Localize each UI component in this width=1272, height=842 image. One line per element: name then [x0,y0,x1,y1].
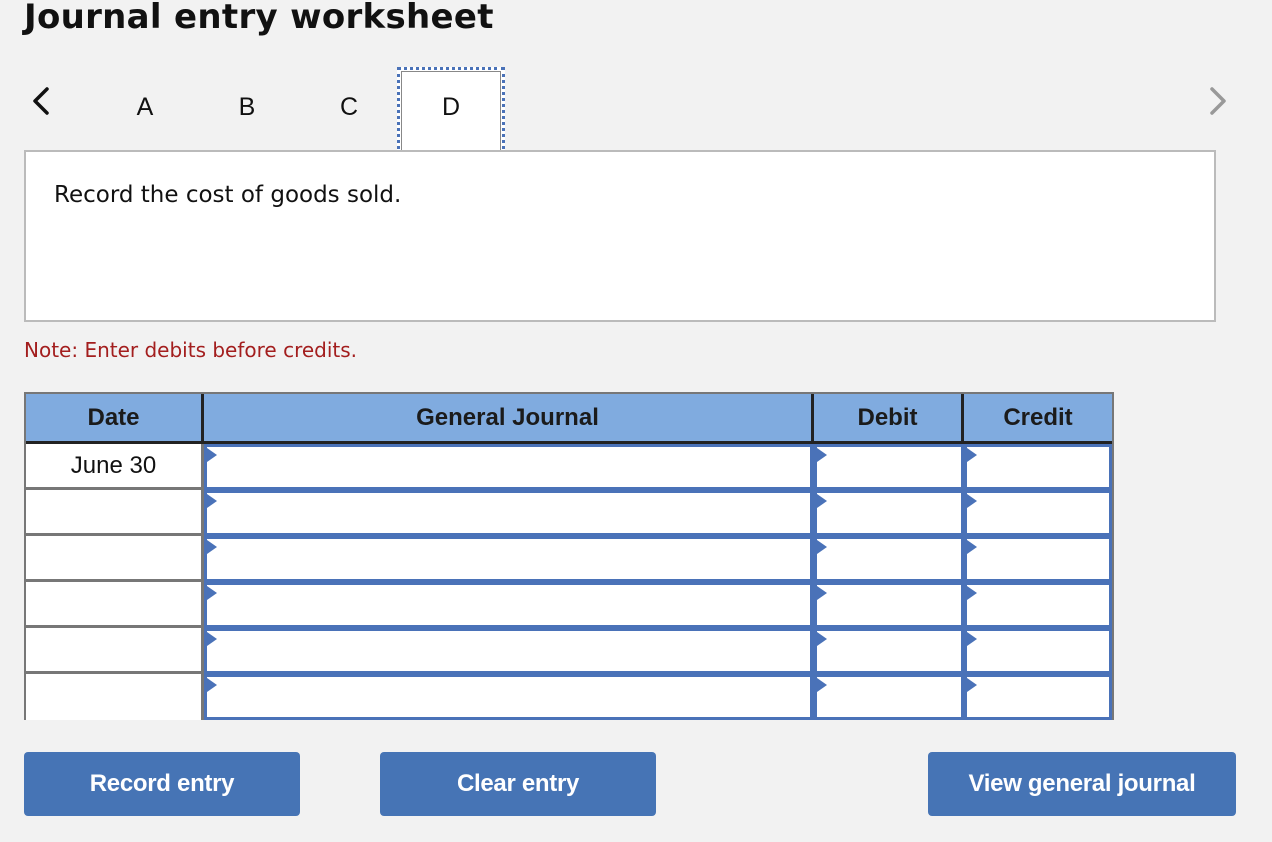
date-cell: June 30 [26,444,204,490]
column-header-general-journal: General Journal [204,394,814,444]
debit-input[interactable] [814,674,964,720]
debit-input[interactable] [814,490,964,536]
instruction-text: Record the cost of goods sold. [54,182,402,208]
account-input[interactable] [204,628,814,674]
note-text: Note: Enter debits before credits. [24,338,358,362]
table-row [26,582,1112,628]
table-row [26,628,1112,674]
account-input[interactable] [204,490,814,536]
tab-a[interactable]: A [95,70,195,152]
debit-input[interactable] [814,444,964,490]
account-input[interactable] [204,536,814,582]
account-input[interactable] [204,674,814,720]
table-row: June 30 [26,444,1112,490]
page-title: Journal entry worksheet [24,0,494,37]
credit-input[interactable] [964,628,1112,674]
date-cell [26,628,204,674]
view-general-journal-button[interactable]: View general journal [928,752,1236,816]
tab-c[interactable]: C [299,70,399,152]
journal-table: Date General Journal Debit Credit June 3… [24,392,1114,720]
table-row [26,536,1112,582]
clear-entry-button[interactable]: Clear entry [380,752,656,816]
column-header-debit: Debit [814,394,964,444]
debit-input[interactable] [814,536,964,582]
prev-button[interactable] [26,84,56,118]
account-input[interactable] [204,444,814,490]
date-cell [26,490,204,536]
credit-input[interactable] [964,674,1112,720]
credit-input[interactable] [964,582,1112,628]
column-header-credit: Credit [964,394,1112,444]
credit-input[interactable] [964,444,1112,490]
table-row [26,674,1112,720]
account-input[interactable] [204,582,814,628]
debit-input[interactable] [814,582,964,628]
date-cell [26,674,204,720]
date-cell [26,536,204,582]
chevron-right-icon [1210,87,1226,115]
tab-b[interactable]: B [197,70,297,152]
instruction-box: Record the cost of goods sold. [24,150,1216,322]
debit-input[interactable] [814,628,964,674]
credit-input[interactable] [964,490,1112,536]
tab-d-active[interactable]: D [397,67,505,155]
next-button[interactable] [1203,84,1233,118]
table-row [26,490,1112,536]
date-cell [26,582,204,628]
column-header-date: Date [26,394,204,444]
record-entry-button[interactable]: Record entry [24,752,300,816]
chevron-left-icon [33,87,49,115]
credit-input[interactable] [964,536,1112,582]
